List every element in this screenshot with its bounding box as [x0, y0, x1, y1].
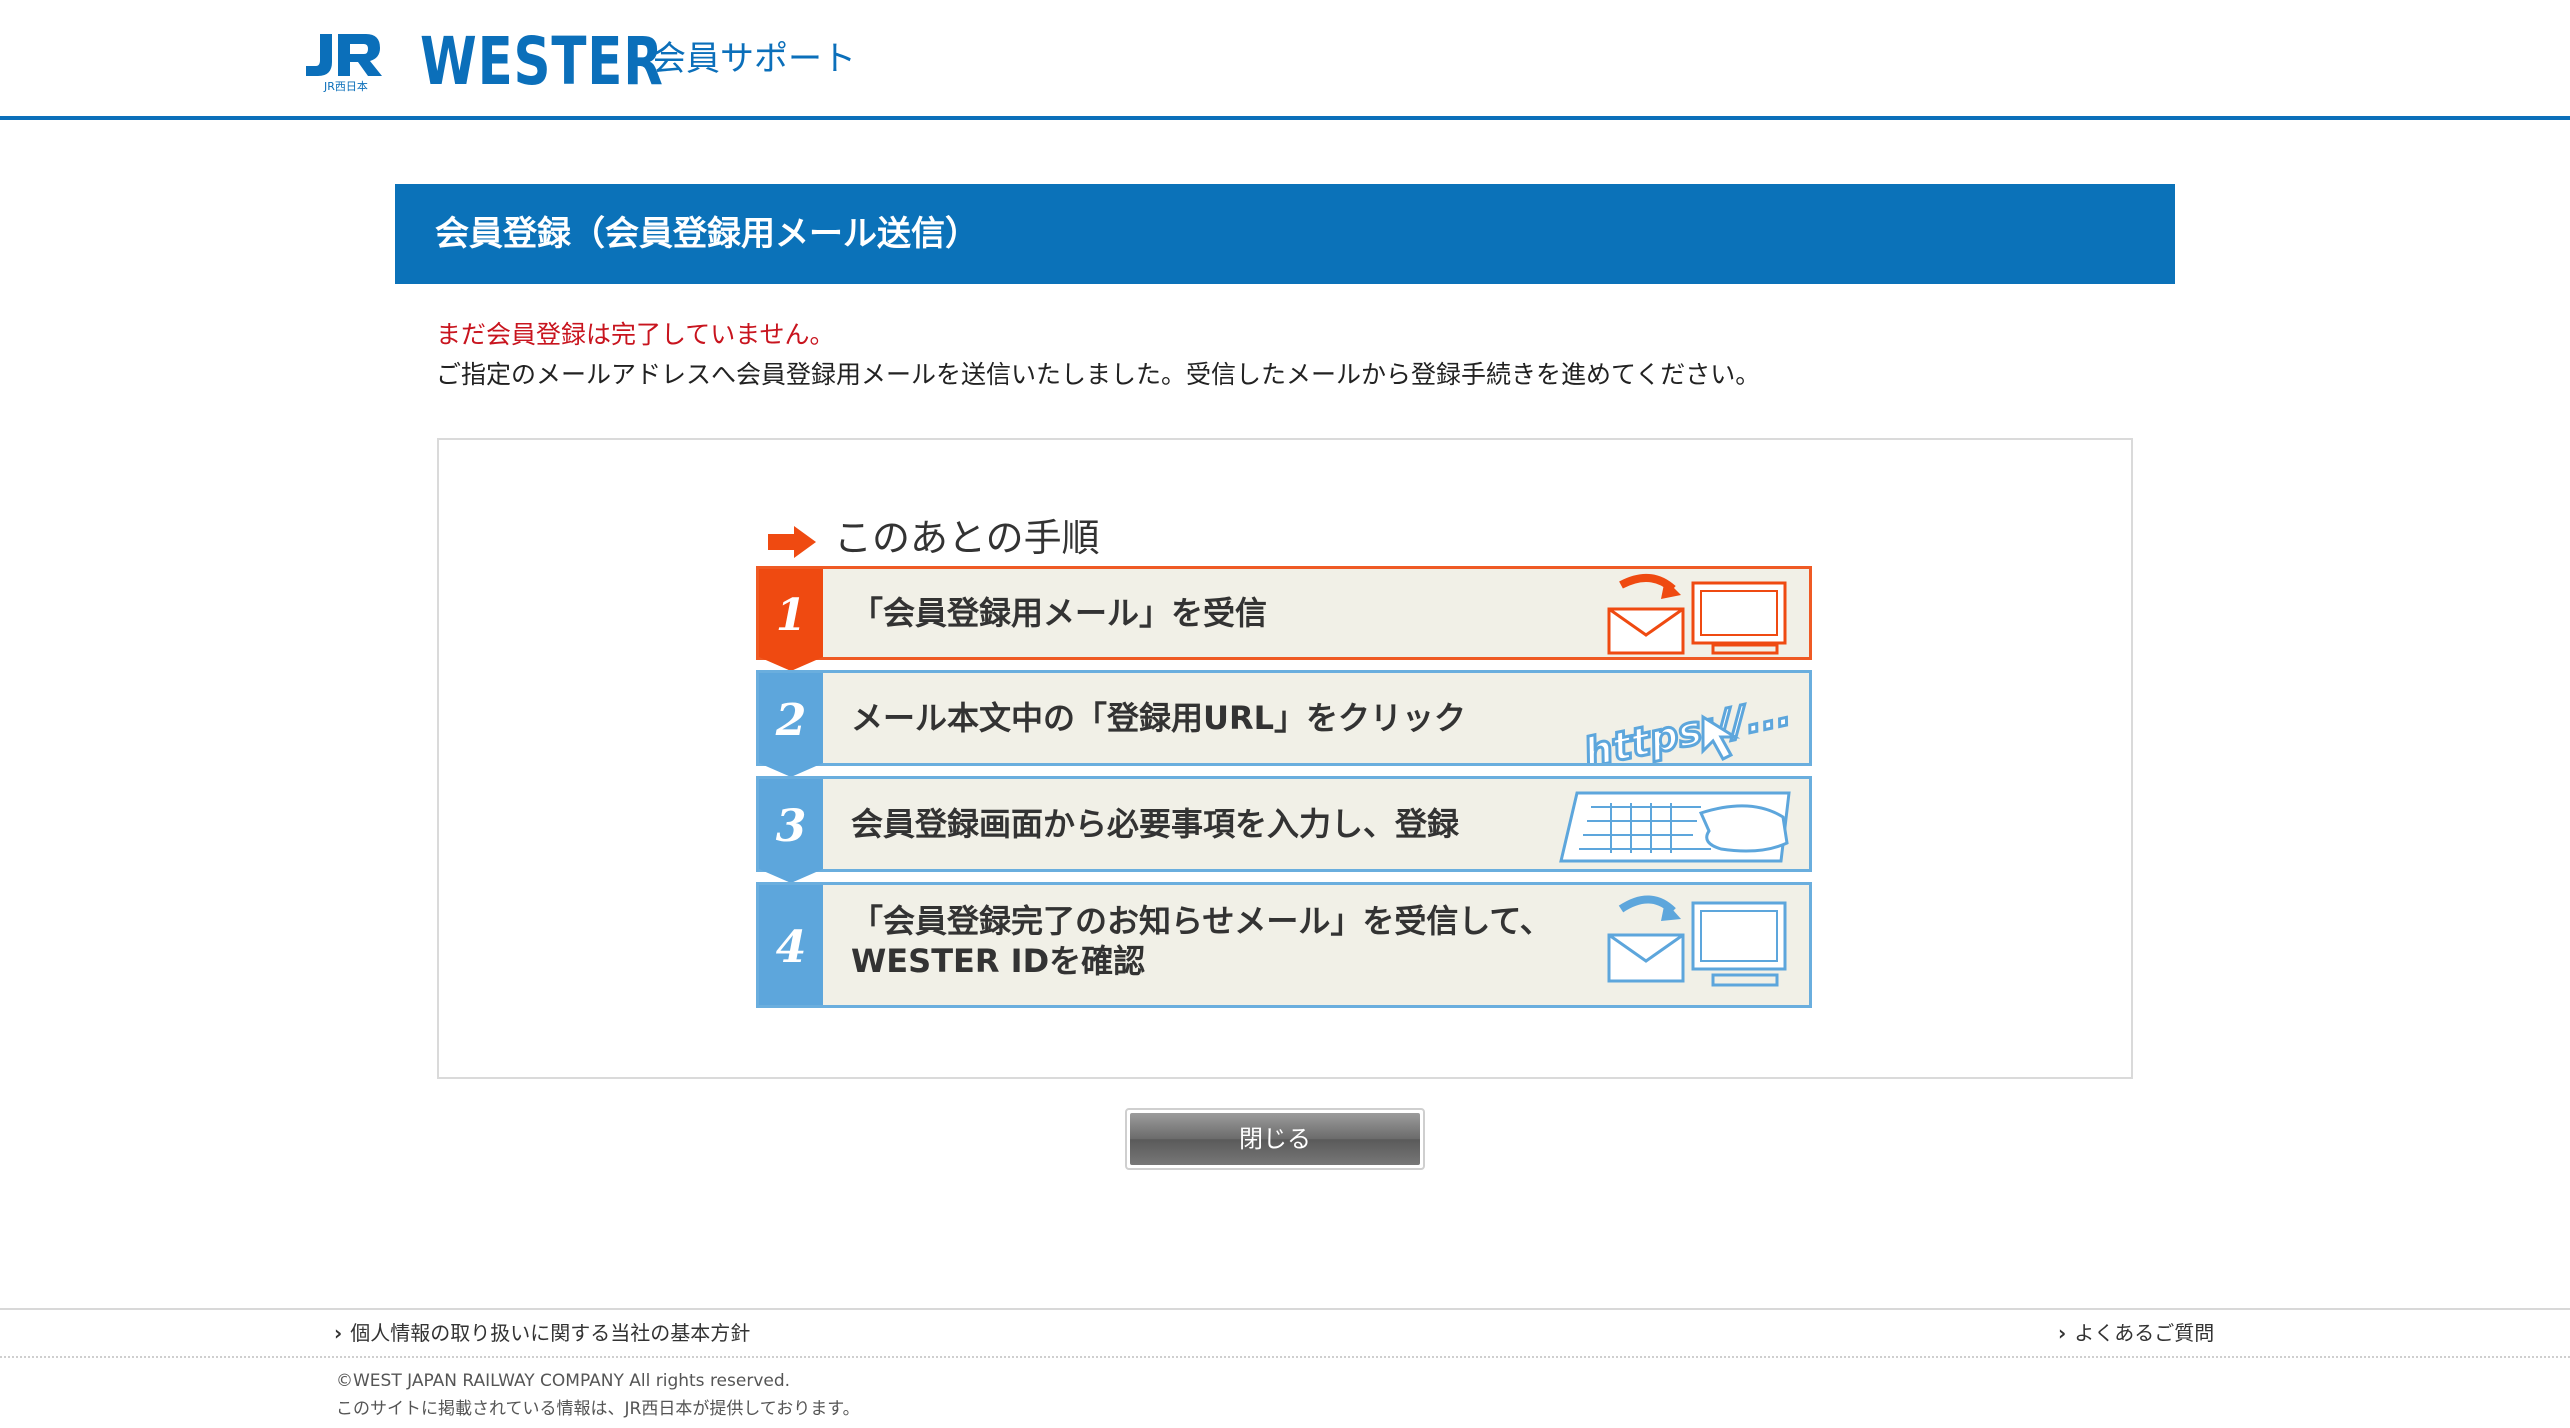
step-label: 会員登録画面から必要事項を入力し、登録: [851, 805, 1460, 843]
step-label: メール本文中の「登録用URL」をクリック: [851, 699, 1467, 737]
close-button[interactable]: 閉じる: [1125, 1108, 1425, 1170]
page-title: 会員登録（会員登録用メール送信）: [435, 214, 979, 254]
step-label: 「会員登録完了のお知らせメール」を受信して、 WESTER IDを確認: [851, 901, 1552, 981]
brand-name[interactable]: WESTER: [420, 12, 664, 112]
provided-by-note: このサイトに掲載されている情報は、JR西日本が提供しております。: [336, 1399, 860, 1419]
step-number: 2: [759, 673, 823, 763]
mail-to-computer-icon: [1607, 574, 1787, 655]
jr-west-logo[interactable]: JR西日本: [302, 30, 386, 92]
steps-heading-text: このあとの手順: [834, 516, 1100, 560]
step-4: 4 「会員登録完了のお知らせメール」を受信して、 WESTER IDを確認: [756, 882, 1812, 1008]
arrow-right-icon: [768, 526, 816, 558]
chevron-right-icon: ›: [334, 1321, 343, 1345]
privacy-policy-label[interactable]: 個人情報の取り扱いに関する当社の基本方針: [350, 1321, 750, 1345]
incomplete-notice: まだ会員登録は完了していません。: [436, 320, 835, 349]
sent-description: ご指定のメールアドレスへ会員登録用メールを送信いたしました。受信したメールから登…: [436, 360, 1761, 389]
faq-link[interactable]: › よくあるご質問: [2058, 1310, 2214, 1356]
logo-text: JR西日本: [323, 79, 368, 92]
https-text: https://...: [1580, 688, 1795, 763]
chevron-right-icon: ›: [2058, 1321, 2067, 1345]
step-1: 1 「会員登録用メール」を受信: [756, 566, 1812, 671]
privacy-policy-link[interactable]: › 個人情報の取り扱いに関する当社の基本方針: [334, 1310, 750, 1356]
copyright: ©WEST JAPAN RAILWAY COMPANY All rights r…: [336, 1371, 791, 1391]
keyboard-typing-icon: [1559, 791, 1791, 863]
faq-label[interactable]: よくあるご質問: [2074, 1321, 2214, 1345]
https-cursor-icon: https://...: [1578, 687, 1796, 763]
step-number: 4: [759, 885, 823, 1005]
mail-to-computer-icon: [1607, 895, 1787, 987]
site-header: JR西日本 WESTER 会員サポート: [0, 0, 2570, 120]
header-subtitle: 会員サポート: [652, 39, 856, 79]
step-number: 1: [759, 569, 823, 657]
footer-links: › 個人情報の取り扱いに関する当社の基本方針 › よくあるご質問: [0, 1310, 2570, 1358]
step-label-line-1: 「会員登録完了のお知らせメール」を受信して、: [851, 902, 1552, 940]
close-button-label[interactable]: 閉じる: [1130, 1113, 1420, 1165]
page-title-bar: 会員登録（会員登録用メール送信）: [395, 184, 2175, 284]
step-3: 3 会員登録画面から必要事項を入力し、登録: [756, 776, 1812, 883]
step-2: 2 メール本文中の「登録用URL」をクリック https://...: [756, 670, 1812, 777]
step-label: 「会員登録用メール」を受信: [851, 594, 1268, 632]
step-label-line-2: WESTER IDを確認: [851, 942, 1146, 980]
site-footer: › 個人情報の取り扱いに関する当社の基本方針 › よくあるご質問 ©WEST JAP…: [0, 1308, 2570, 1428]
next-steps: このあとの手順 1 「会員登録用メール」を受信 2 メール本文中の「登録用URL…: [756, 510, 1816, 1010]
step-number: 3: [759, 779, 823, 869]
